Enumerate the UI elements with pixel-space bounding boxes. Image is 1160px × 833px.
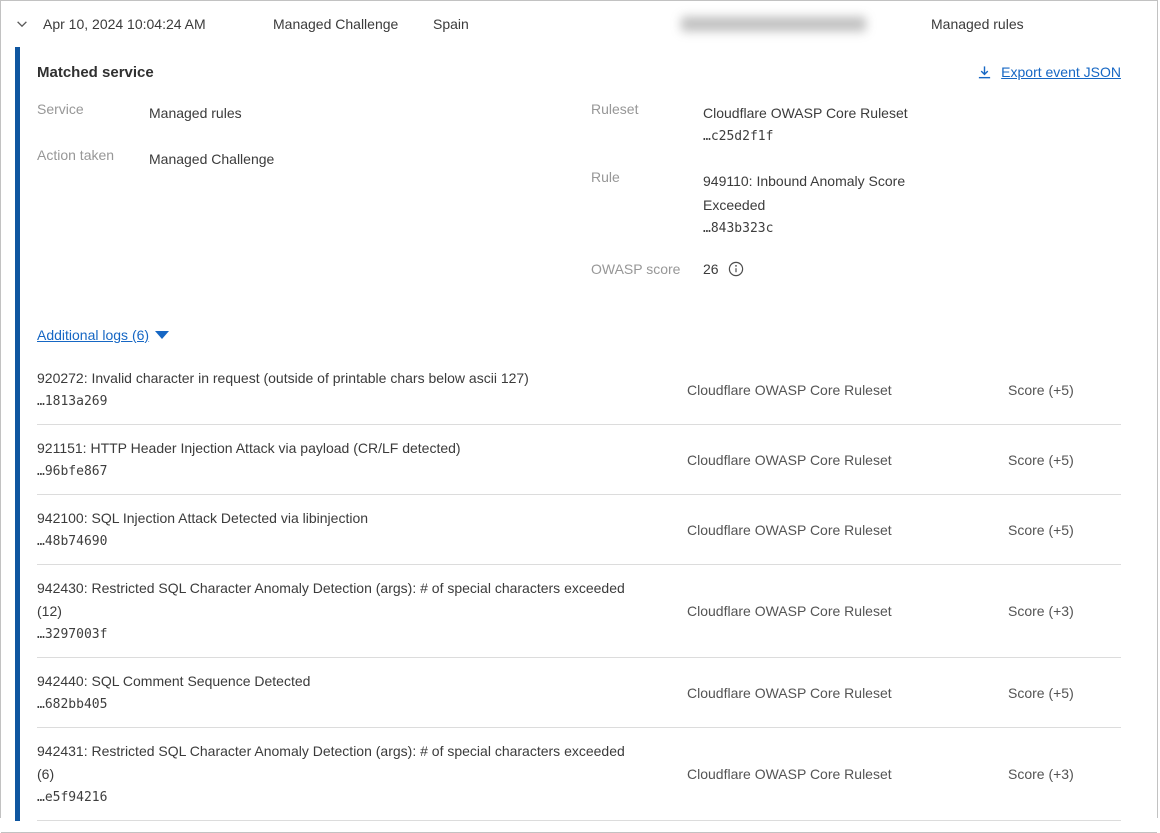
triangle-down-icon [155, 331, 169, 339]
log-ruleset: Cloudflare OWASP Core Ruleset [687, 437, 1008, 482]
event-country: Spain [433, 16, 469, 32]
log-row: 942431: Restricted SQL Character Anomaly… [37, 728, 1121, 821]
event-summary-row[interactable]: Apr 10, 2024 10:04:24 AM Managed Challen… [1, 1, 1157, 47]
log-row: 942100: SQL Injection Attack Detected vi… [37, 495, 1121, 565]
ruleset-value: Cloudflare OWASP Core Ruleset …c25d2f1f [703, 101, 943, 149]
export-event-json-link[interactable]: Export event JSON [977, 64, 1121, 80]
rule-field: Rule 949110: Inbound Anomaly Score Excee… [591, 169, 943, 241]
owasp-score-value: 26 [703, 261, 719, 277]
action-taken-field: Action taken Managed Challenge [37, 147, 591, 171]
log-description: 942100: SQL Injection Attack Detected vi… [37, 507, 637, 530]
service-field: Service Managed rules [37, 101, 591, 125]
log-rule-hash: …1813a269 [37, 391, 637, 412]
log-score: Score (+5) [1008, 367, 1121, 412]
security-event-expanded-row: Apr 10, 2024 10:04:24 AM Managed Challen… [0, 0, 1158, 818]
event-detail-panel: Matched service Export event JSON Servic… [1, 47, 1157, 821]
owasp-score-label: OWASP score [591, 261, 703, 277]
action-taken-label: Action taken [37, 147, 149, 171]
log-row: 942430: Restricted SQL Character Anomaly… [37, 565, 1121, 658]
event-service: Managed rules [931, 16, 1024, 32]
log-ruleset: Cloudflare OWASP Core Ruleset [687, 670, 1008, 715]
additional-logs-table: 920272: Invalid character in request (ou… [37, 355, 1121, 821]
panel-title: Matched service [37, 64, 154, 81]
chevron-down-icon[interactable] [13, 15, 31, 33]
additional-logs-toggle[interactable]: Additional logs (6) [37, 327, 169, 343]
log-score: Score (+5) [1008, 507, 1121, 552]
event-timestamp: Apr 10, 2024 10:04:24 AM [43, 16, 206, 32]
log-rule-hash: …3297003f [37, 624, 637, 645]
owasp-score-field: OWASP score 26 [591, 261, 943, 277]
download-icon [977, 65, 992, 80]
rule-value: 949110: Inbound Anomaly Score Exceeded …… [703, 169, 943, 241]
service-label: Service [37, 101, 149, 125]
redacted-value [681, 17, 866, 32]
log-ruleset: Cloudflare OWASP Core Ruleset [687, 577, 1008, 645]
log-description: 921151: HTTP Header Injection Attack via… [37, 437, 637, 460]
ruleset-field: Ruleset Cloudflare OWASP Core Ruleset …c… [591, 101, 943, 149]
log-rule-hash: …682bb405 [37, 694, 637, 715]
action-taken-value: Managed Challenge [149, 147, 274, 171]
log-row: 921151: HTTP Header Injection Attack via… [37, 425, 1121, 495]
log-description: 942440: SQL Comment Sequence Detected [37, 670, 637, 693]
info-icon[interactable] [728, 261, 744, 277]
rule-name: 949110: Inbound Anomaly Score Exceeded [703, 173, 905, 213]
ruleset-label: Ruleset [591, 101, 703, 149]
log-description: 920272: Invalid character in request (ou… [37, 367, 637, 390]
rule-label: Rule [591, 169, 703, 241]
additional-logs-label: Additional logs (6) [37, 327, 149, 343]
log-description: 942430: Restricted SQL Character Anomaly… [37, 577, 637, 623]
log-description: 942431: Restricted SQL Character Anomaly… [37, 740, 637, 786]
event-action-taken: Managed Challenge [273, 16, 398, 32]
log-rule-hash: …96bfe867 [37, 461, 637, 482]
selected-row-accent-bar [15, 47, 20, 821]
log-ruleset: Cloudflare OWASP Core Ruleset [687, 740, 1008, 808]
log-score: Score (+5) [1008, 670, 1121, 715]
rule-id-hash: …843b323c [703, 217, 943, 241]
log-rule-hash: …48b74690 [37, 531, 637, 552]
log-score: Score (+3) [1008, 740, 1121, 808]
log-row: 920272: Invalid character in request (ou… [37, 355, 1121, 425]
log-rule-hash: …e5f94216 [37, 787, 637, 808]
log-row: 942440: SQL Comment Sequence Detected …6… [37, 658, 1121, 728]
log-ruleset: Cloudflare OWASP Core Ruleset [687, 367, 1008, 412]
ruleset-name: Cloudflare OWASP Core Ruleset [703, 105, 908, 121]
service-value: Managed rules [149, 101, 242, 125]
log-score: Score (+5) [1008, 437, 1121, 482]
log-ruleset: Cloudflare OWASP Core Ruleset [687, 507, 1008, 552]
ruleset-id-hash: …c25d2f1f [703, 125, 943, 149]
log-score: Score (+3) [1008, 577, 1121, 645]
export-event-json-label: Export event JSON [1001, 64, 1121, 80]
